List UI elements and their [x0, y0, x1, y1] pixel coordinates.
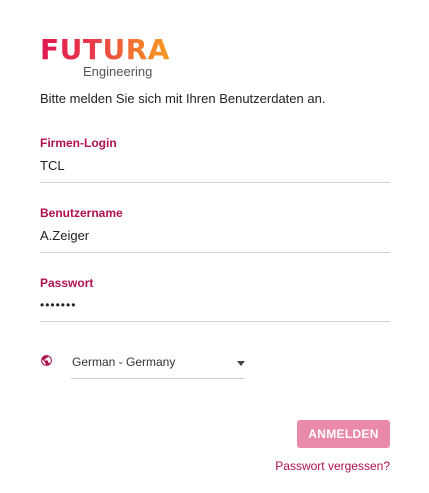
futura-logo: FUTURA Engineering	[40, 33, 170, 80]
globe-icon	[40, 354, 53, 367]
username-field: Benutzername	[40, 206, 390, 253]
language-dropdown[interactable]: German - Germany	[71, 352, 245, 379]
login-page: FUTURA Engineering Bitte melden Sie sich…	[0, 0, 429, 493]
language-selector: German - Germany	[40, 352, 250, 380]
intro-text: Bitte melden Sie sich mit Ihren Benutzer…	[40, 91, 326, 106]
username-input[interactable]	[40, 228, 390, 253]
chevron-down-icon	[237, 361, 245, 366]
login-button[interactable]: ANMELDEN	[297, 420, 390, 448]
password-label: Passwort	[40, 276, 94, 290]
password-input[interactable]	[40, 298, 390, 322]
username-label: Benutzername	[40, 206, 123, 220]
password-field: Passwort	[40, 276, 390, 322]
logo-wordmark: FUTURA	[40, 33, 170, 66]
company-login-field: Firmen-Login	[40, 136, 390, 183]
logo-subtitle: Engineering	[83, 64, 153, 79]
forgot-password-link[interactable]: Passwort vergessen?	[275, 459, 390, 473]
company-login-label: Firmen-Login	[40, 136, 117, 150]
company-login-input[interactable]	[40, 158, 390, 183]
language-value: German - Germany	[72, 355, 176, 369]
